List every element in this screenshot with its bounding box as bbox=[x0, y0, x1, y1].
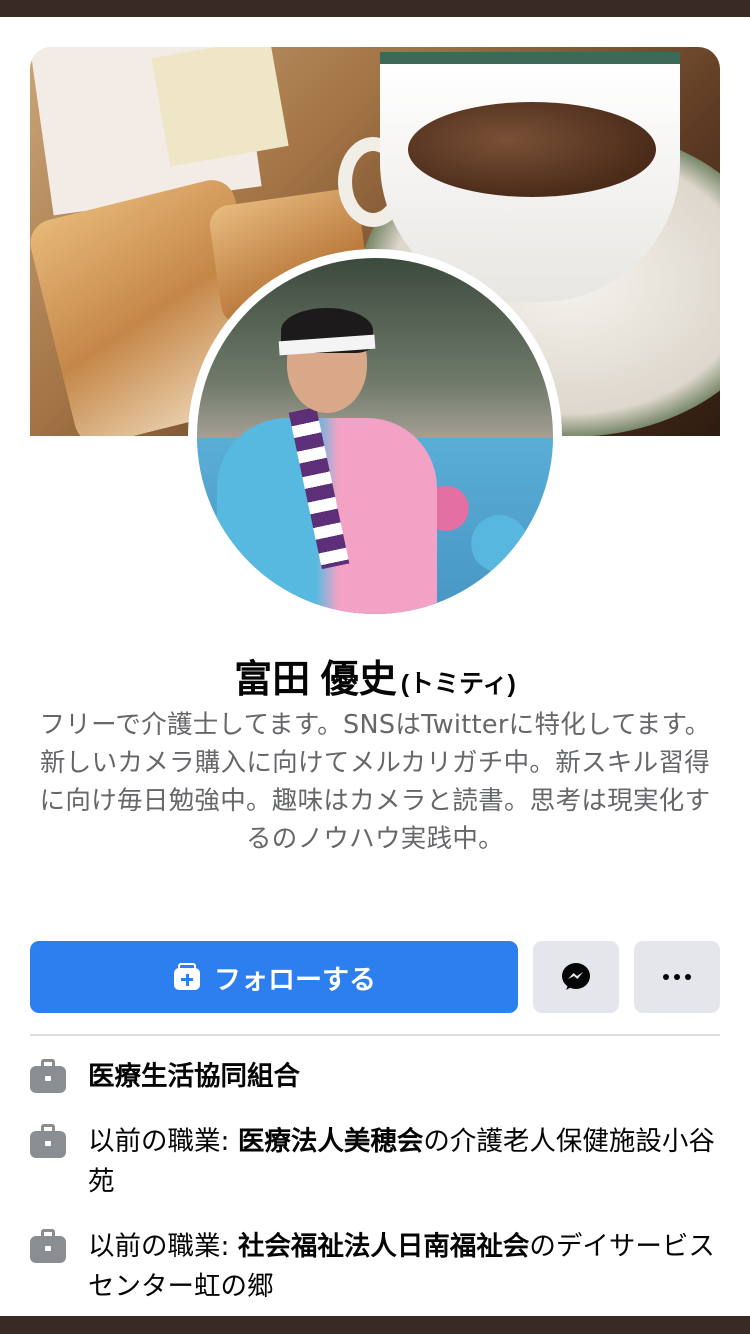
follow-button-label: フォローする bbox=[214, 964, 376, 996]
profile-name-row: 富田 優史 (トミティ) bbox=[0, 648, 750, 703]
work-org-link[interactable]: 医療生活協同組合 bbox=[88, 1061, 300, 1092]
follow-button[interactable]: フォローする bbox=[30, 941, 518, 1013]
status-frame-bottom bbox=[0, 1316, 750, 1334]
profile-nickname: (トミティ) bbox=[400, 670, 516, 698]
status-frame-top bbox=[0, 0, 750, 17]
work-item-text: 以前の職業: 医療法人美穂会の介護老人保健施設小谷苑 bbox=[88, 1126, 715, 1197]
more-options-button[interactable] bbox=[634, 941, 720, 1013]
messenger-icon bbox=[562, 963, 590, 990]
message-button[interactable] bbox=[533, 941, 619, 1013]
work-org-link[interactable]: 医療法人美穂会 bbox=[238, 1126, 424, 1157]
profile-bio: フリーで介護士してます。SNSはTwitterに特化してます。新しいカメラ購入に… bbox=[39, 710, 711, 854]
work-item-text: 以前の職業: 社会福祉法人日南福祉会のデイサービスセンター虹の郷 bbox=[88, 1231, 715, 1302]
follow-plus-icon bbox=[172, 962, 202, 992]
avatar[interactable] bbox=[197, 258, 553, 614]
section-divider bbox=[30, 1034, 720, 1036]
briefcase-icon bbox=[30, 1229, 66, 1263]
cover-coffee bbox=[408, 102, 656, 197]
briefcase-icon bbox=[30, 1059, 66, 1093]
work-org-link[interactable]: 社会福祉法人日南福祉会 bbox=[238, 1231, 530, 1262]
cover-sign-paper-2 bbox=[151, 47, 289, 167]
work-item-text: 医療生活協同組合 bbox=[88, 1057, 720, 1097]
profile-name: 富田 優史 bbox=[234, 659, 397, 701]
briefcase-icon bbox=[30, 1124, 66, 1158]
more-dots-icon bbox=[663, 974, 691, 980]
work-item-current: 医療生活協同組合 bbox=[30, 1057, 720, 1097]
work-item-previous-2: 以前の職業: 社会福祉法人日南福祉会のデイサービスセンター虹の郷 bbox=[30, 1227, 720, 1307]
work-item-previous-1: 以前の職業: 医療法人美穂会の介護老人保健施設小谷苑 bbox=[30, 1122, 720, 1202]
